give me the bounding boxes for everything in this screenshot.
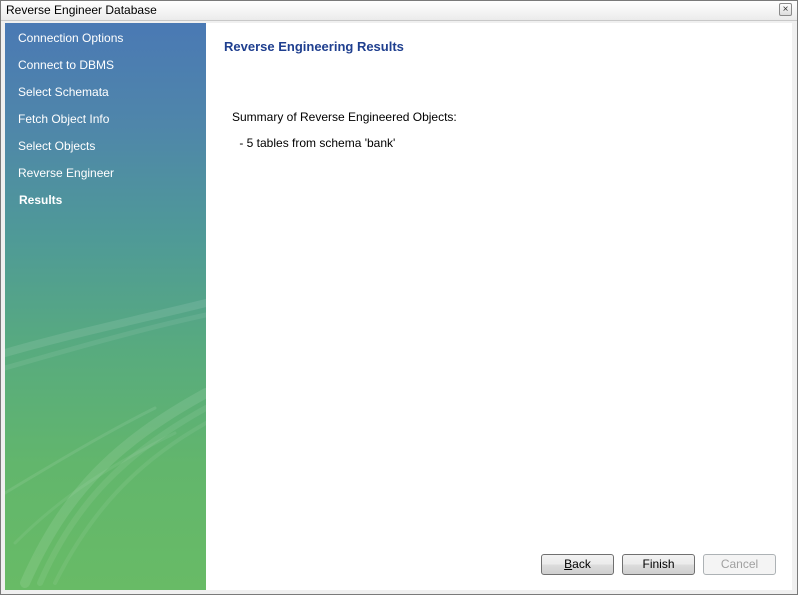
cancel-button: Cancel — [703, 554, 776, 575]
wizard-sidebar: Connection Options Connect to DBMS Selec… — [5, 23, 206, 590]
page-title: Reverse Engineering Results — [224, 39, 404, 54]
summary-heading: Summary of Reverse Engineered Objects: — [232, 110, 457, 124]
deco-streak — [5, 299, 206, 357]
step-results: Results — [19, 193, 63, 207]
content-border — [792, 23, 797, 590]
back-label: ack — [572, 557, 591, 571]
step-connect-to-dbms: Connect to DBMS — [18, 58, 115, 72]
back-mnemonic: B — [564, 557, 573, 571]
window-title: Reverse Engineer Database — [6, 3, 157, 17]
step-connection-options: Connection Options — [18, 31, 124, 45]
deco-streak — [37, 405, 206, 586]
sidebar-decoration — [5, 299, 206, 588]
title-bar[interactable]: Reverse Engineer Database × — [1, 1, 797, 21]
step-reverse-engineer: Reverse Engineer — [18, 166, 115, 180]
step-select-schemata: Select Schemata — [18, 85, 109, 99]
results-panel: Reverse Engineering Results Summary of R… — [206, 23, 792, 590]
close-icon: × — [782, 4, 789, 15]
back-button[interactable]: Back — [541, 554, 614, 575]
summary-line: - 5 tables from schema 'bank' — [236, 136, 396, 150]
step-fetch-object-info: Fetch Object Info — [18, 112, 110, 126]
finish-button[interactable]: Finish — [622, 554, 695, 575]
dialog-window: Reverse Engineer Database × Connection O… — [0, 0, 798, 595]
deco-streak — [13, 431, 177, 545]
deco-streak — [5, 406, 157, 495]
close-button[interactable]: × — [779, 3, 792, 16]
step-select-objects: Select Objects — [18, 139, 96, 153]
